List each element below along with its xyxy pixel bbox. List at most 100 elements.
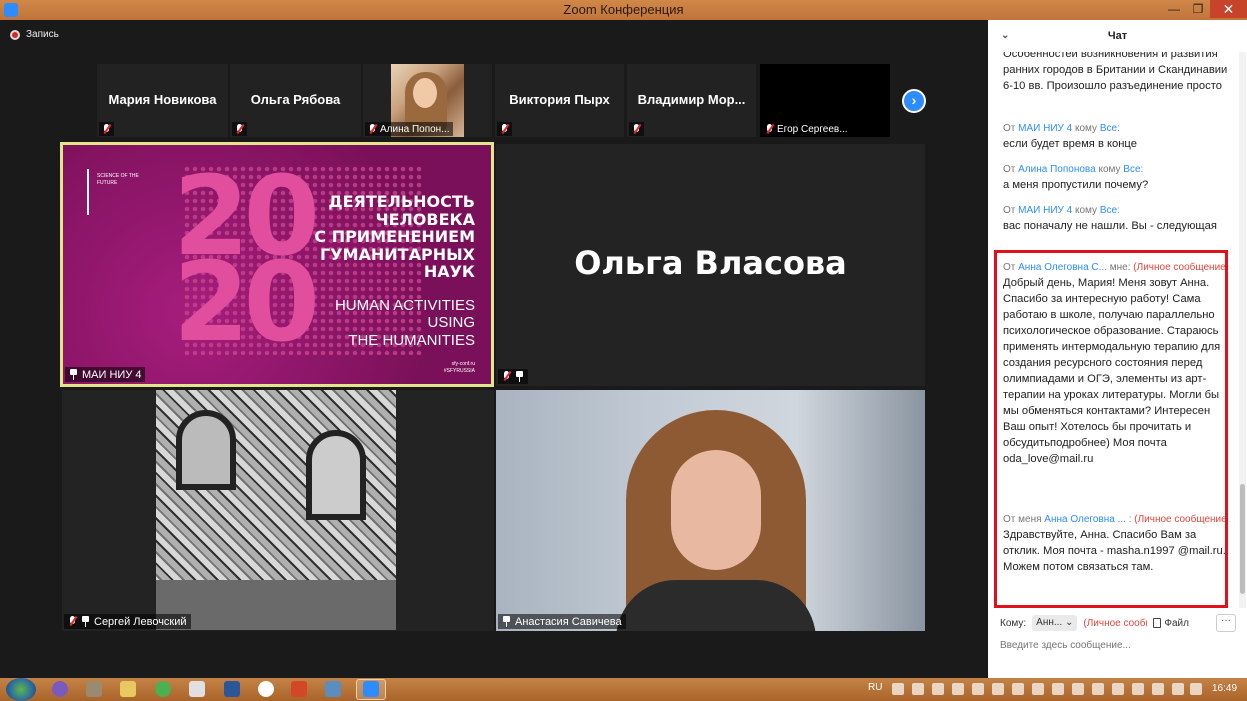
chat-message: От МАИ НИУ 4 кому Все: если будет время … xyxy=(1003,122,1228,152)
yandex-icon[interactable] xyxy=(258,681,274,697)
close-button[interactable]: ✕ xyxy=(1210,0,1247,18)
tile-shared-slide[interactable]: 20 20 SCIENCE OF THE FUTURE ДЕЯТЕЛЬНОСТЬ… xyxy=(60,142,494,387)
language-indicator[interactable]: RU xyxy=(868,682,882,693)
tile-label-text: МАИ НИУ 4 xyxy=(82,368,142,381)
chrome-icon[interactable] xyxy=(155,681,171,697)
tile-label: Анастасия Савичева xyxy=(498,614,626,629)
yandex-browser-icon[interactable] xyxy=(189,681,205,697)
en-line: USING xyxy=(427,314,475,332)
message-meta: От МАИ НИУ 4 кому Все: xyxy=(1003,204,1228,218)
participant-name: Мария Новикова xyxy=(108,92,217,107)
tile-label: Сергей Левочский xyxy=(64,614,191,629)
participant-label: Алина Попон... xyxy=(365,122,453,136)
highlight-box xyxy=(994,250,1228,608)
participant-label-text: Егор Сергеев... xyxy=(777,123,848,135)
meta-mid: кому xyxy=(1075,205,1098,216)
mic-muted-icon xyxy=(235,123,244,135)
mic-muted-icon xyxy=(68,616,77,627)
mic-muted-icon xyxy=(102,123,111,135)
logo-text: SCIENCE OF THE FUTURE xyxy=(97,173,139,186)
sender-name[interactable]: МАИ НИУ 4 xyxy=(1018,205,1072,216)
powerpoint-icon[interactable] xyxy=(291,681,307,697)
slide-footer-url: sfy-conf.ru xyxy=(451,361,475,367)
tray-icon[interactable] xyxy=(992,683,1004,695)
slide-title-ru: ДЕЯТЕЛЬНОСТЬ ЧЕЛОВЕКА С ПРИМЕНЕНИЕМ ГУМА… xyxy=(314,193,475,281)
tray-icon[interactable] xyxy=(1092,683,1104,695)
recipient-name[interactable]: Все: xyxy=(1100,123,1120,134)
meta-mid: кому xyxy=(1098,164,1121,175)
tile-label-text: Сергей Левочский xyxy=(94,615,187,628)
participant-label-text: Алина Попон... xyxy=(380,123,450,135)
tile-sergey[interactable]: Сергей Левочский xyxy=(62,390,494,631)
tile-olga-vlasova[interactable]: Ольга Власова xyxy=(496,144,925,386)
chat-message: Особенностей возникновения и развития ра… xyxy=(1003,52,1228,94)
en-line: THE HUMANITIES xyxy=(348,331,475,349)
tray-icon[interactable] xyxy=(1132,683,1144,695)
tray-icon[interactable] xyxy=(1012,683,1024,695)
sender-name[interactable]: Алина Попонова xyxy=(1018,164,1096,175)
start-button[interactable] xyxy=(6,678,36,701)
strip-tile-vladimir[interactable]: Владимир Мор... xyxy=(627,64,756,137)
meta-prefix: От xyxy=(1003,123,1016,134)
windows-taskbar: RU 16:49 xyxy=(0,678,1247,701)
chat-message-input[interactable] xyxy=(1000,637,1230,653)
minimize-button[interactable]: — xyxy=(1162,0,1186,18)
tile-anastasia[interactable]: Анастасия Савичева xyxy=(496,390,925,631)
tray-icon[interactable] xyxy=(1152,683,1164,695)
mic-muted-icon xyxy=(765,123,774,135)
slide-year-bottom: 20 xyxy=(173,238,320,366)
viber-icon[interactable] xyxy=(52,681,68,697)
next-page-button[interactable]: › xyxy=(902,89,926,113)
strip-tile-maria[interactable]: Мария Новикова xyxy=(97,64,228,137)
recipient-select[interactable]: Анн... ⌄ xyxy=(1032,615,1078,631)
ru-line: ДЕЯТЕЛЬНОСТЬ xyxy=(328,192,475,211)
sender-name[interactable]: МАИ НИУ 4 xyxy=(1018,123,1072,134)
conference-slide: 20 20 SCIENCE OF THE FUTURE ДЕЯТЕЛЬНОСТЬ… xyxy=(63,145,491,384)
participant-label xyxy=(497,122,512,136)
word-icon[interactable] xyxy=(224,681,240,697)
tray-icon[interactable] xyxy=(1032,683,1044,695)
meta-prefix: От xyxy=(1003,164,1016,175)
message-meta: От МАИ НИУ 4 кому Все: xyxy=(1003,122,1228,136)
message-text: вас поначалу не нашли. Вы - следующая xyxy=(1003,220,1217,232)
tray-icon[interactable] xyxy=(1072,683,1084,695)
pin-icon xyxy=(81,616,90,627)
message-text: а меня пропустили почему? xyxy=(1003,179,1149,191)
chevron-down-icon[interactable]: ⌄ xyxy=(1001,30,1009,41)
tray-icon[interactable] xyxy=(932,683,944,695)
recipient-name[interactable]: Все: xyxy=(1100,205,1120,216)
recipient-name[interactable]: Все: xyxy=(1123,164,1143,175)
chat-title: Чат xyxy=(1107,30,1128,42)
tray-icon[interactable] xyxy=(912,683,924,695)
tray-icon[interactable] xyxy=(1112,683,1124,695)
tray-icon[interactable] xyxy=(892,683,904,695)
tray-icon[interactable] xyxy=(1172,683,1184,695)
participant-image xyxy=(156,390,396,630)
to-label: Кому: xyxy=(1000,617,1027,629)
tray-icon[interactable] xyxy=(952,683,964,695)
remote-desktop-icon[interactable] xyxy=(325,681,341,697)
strip-tile-olga-r[interactable]: Ольга Рябова xyxy=(230,64,361,137)
strip-tile-egor[interactable]: Егор Сергеев... xyxy=(760,64,890,137)
tray-icon[interactable] xyxy=(972,683,984,695)
media-player-icon[interactable] xyxy=(86,681,102,697)
tray-icon[interactable] xyxy=(1190,683,1202,695)
recording-indicator[interactable]: Запись xyxy=(10,29,59,40)
chat-message: От МАИ НИУ 4 кому Все: вас поначалу не н… xyxy=(1003,204,1228,234)
file-button[interactable]: Файл xyxy=(1153,618,1189,629)
maximize-button[interactable]: ❐ xyxy=(1186,0,1210,18)
strip-tile-viktoria[interactable]: Виктория Пырх xyxy=(495,64,624,137)
folder-icon[interactable] xyxy=(120,681,136,697)
chat-scrollbar[interactable] xyxy=(1239,52,1246,608)
video-area: Запись Мария Новикова Ольга Рябова Алина… xyxy=(0,20,988,678)
strip-tile-alina[interactable]: Алина Попон... xyxy=(363,64,492,137)
more-options-button[interactable]: ··· xyxy=(1216,614,1236,632)
slide-title-en: HUMAN ACTIVITIES USING THE HUMANITIES xyxy=(335,297,475,349)
meta-prefix: От xyxy=(1003,205,1016,216)
tray-icon[interactable] xyxy=(1052,683,1064,695)
scrollbar-thumb[interactable] xyxy=(1240,484,1245,594)
recording-label: Запись xyxy=(26,29,59,40)
mic-muted-icon xyxy=(500,123,509,135)
chat-panel: ⌄ Чат Особенностей возникновения и разви… xyxy=(988,20,1247,678)
system-clock[interactable]: 16:49 xyxy=(1212,683,1237,694)
